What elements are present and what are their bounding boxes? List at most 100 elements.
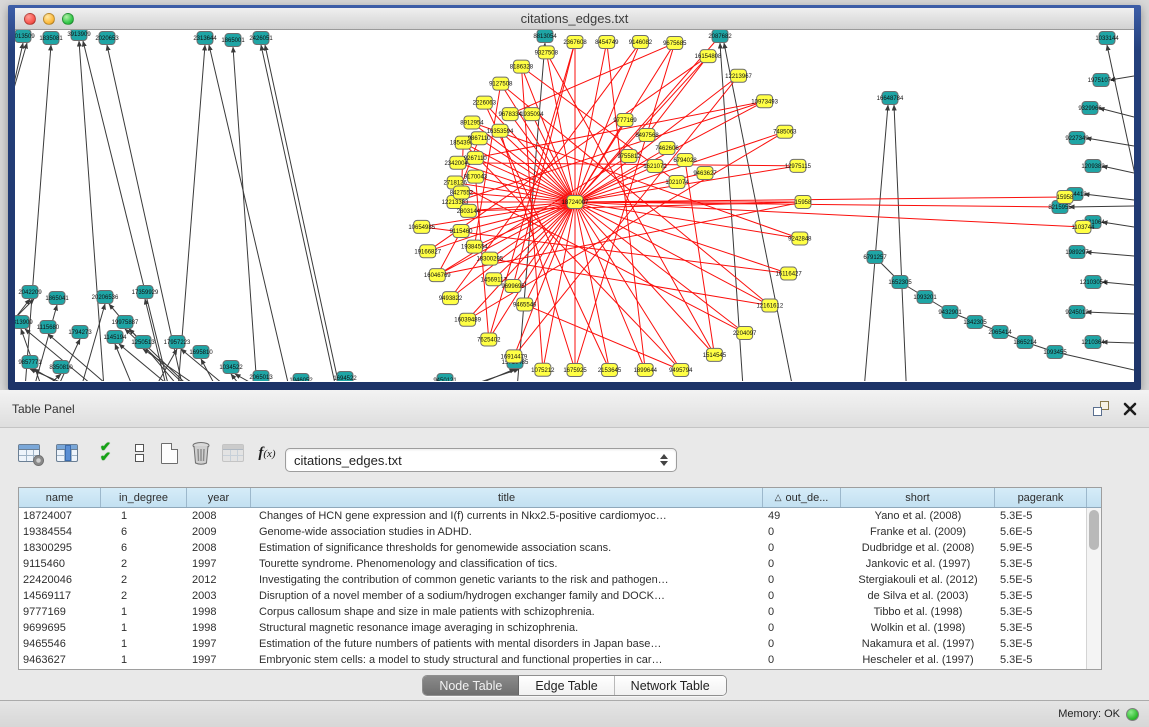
tab-edge-table[interactable]: Edge Table bbox=[519, 676, 614, 695]
table-row[interactable]: 969969511998Structural magnetic resonanc… bbox=[19, 620, 1101, 636]
graph-node[interactable]: 9857771 bbox=[18, 356, 42, 369]
citation-network-graph[interactable]: 2013509183508139139092020653231364418650… bbox=[15, 30, 1134, 381]
citation-edge-red[interactable] bbox=[525, 304, 681, 370]
graph-node[interactable]: 10654985 bbox=[408, 220, 435, 233]
citation-edge-red[interactable] bbox=[458, 163, 798, 166]
citation-edge-black[interactable] bbox=[1107, 45, 1134, 381]
citation-edge-black[interactable] bbox=[1102, 282, 1134, 285]
graph-node[interactable]: 9678334 bbox=[499, 108, 523, 121]
citation-edge-black[interactable] bbox=[265, 45, 343, 381]
show-column-icon[interactable] bbox=[52, 438, 82, 468]
citation-edge-black[interactable] bbox=[1102, 222, 1134, 227]
tab-node-table[interactable]: Node Table bbox=[423, 676, 519, 695]
graph-node[interactable]: 9242848 bbox=[788, 232, 812, 245]
citation-edge-red[interactable] bbox=[575, 202, 645, 370]
citation-edge-black[interactable] bbox=[1086, 252, 1134, 256]
network-canvas[interactable]: 2013509183508139139092020653231364418650… bbox=[15, 30, 1134, 381]
graph-node[interactable]: 1835081 bbox=[39, 32, 63, 45]
citation-edge-black[interactable] bbox=[516, 43, 545, 381]
column-header-title[interactable]: title bbox=[251, 488, 763, 507]
citation-edge-black[interactable] bbox=[1084, 194, 1134, 200]
table-row[interactable]: 2242004622012Investigating the contribut… bbox=[19, 572, 1101, 588]
graph-node[interactable]: 9699695 bbox=[501, 280, 525, 293]
window-titlebar[interactable]: citations_edges.txt bbox=[15, 8, 1134, 30]
graph-node[interactable]: 9127508 bbox=[489, 77, 513, 90]
graph-node[interactable]: 16039489 bbox=[454, 313, 481, 326]
tab-network-table[interactable]: Network Table bbox=[615, 676, 726, 695]
citation-edge-red[interactable] bbox=[475, 101, 764, 158]
graph-node[interactable]: 1115680 bbox=[37, 321, 60, 334]
graph-node[interactable]: 9245012 bbox=[1065, 306, 1089, 319]
graph-node[interactable]: 1989297 bbox=[1065, 246, 1089, 259]
citation-edge-red[interactable] bbox=[575, 202, 610, 370]
graph-node[interactable]: 1093455 bbox=[1043, 346, 1067, 359]
graph-node[interactable]: 9146082 bbox=[629, 36, 653, 49]
graph-node[interactable]: 2313644 bbox=[193, 32, 217, 45]
citation-edge-red[interactable] bbox=[685, 160, 714, 355]
graph-node[interactable]: 2087682 bbox=[708, 30, 732, 43]
graph-node[interactable]: 9495794 bbox=[669, 364, 693, 377]
graph-node[interactable]: 17957223 bbox=[164, 336, 191, 349]
graph-node[interactable]: 1899644 bbox=[634, 364, 658, 377]
graph-node[interactable]: 9493822 bbox=[439, 292, 463, 305]
graph-node[interactable]: 1210364 bbox=[1081, 336, 1105, 349]
graph-node[interactable]: 2042209 bbox=[18, 286, 42, 299]
graph-node[interactable]: 2204097 bbox=[733, 326, 757, 339]
table-row[interactable]: 977716911998Corpus callosum shape and si… bbox=[19, 604, 1101, 620]
column-header-in_degree[interactable]: in_degree bbox=[101, 488, 187, 507]
graph-node[interactable]: 1695810 bbox=[189, 346, 213, 359]
column-header-name[interactable]: name bbox=[19, 488, 101, 507]
graph-node[interactable]: 1514545 bbox=[703, 348, 727, 361]
graph-node[interactable]: 19751074 bbox=[1088, 74, 1115, 87]
graph-node[interactable]: 9463627 bbox=[693, 167, 717, 180]
graph-node[interactable]: 6791257 bbox=[863, 251, 887, 264]
graph-node[interactable]: 1946052 bbox=[289, 374, 313, 382]
graph-node[interactable]: 1621072 bbox=[643, 160, 667, 173]
citation-edge-black[interactable] bbox=[115, 344, 139, 381]
zoom-window-button[interactable] bbox=[62, 13, 74, 25]
minimize-window-button[interactable] bbox=[43, 13, 55, 25]
graph-node[interactable]: 3913909 bbox=[67, 30, 91, 41]
table-settings-icon[interactable] bbox=[14, 438, 44, 468]
citation-edge-black[interactable] bbox=[415, 369, 519, 381]
graph-node[interactable]: 7625402 bbox=[477, 333, 501, 346]
table-row[interactable]: 1456911722003Disruption of a novel membe… bbox=[19, 588, 1101, 604]
apply-checks-icon[interactable]: ✔✔ bbox=[92, 438, 122, 468]
graph-node[interactable]: 16046769 bbox=[424, 269, 451, 282]
citation-edge-black[interactable] bbox=[83, 41, 173, 381]
graph-node[interactable]: 9329966 bbox=[1078, 102, 1102, 115]
table-row[interactable]: 946554611997Estimation of the future num… bbox=[19, 636, 1101, 652]
graph-node[interactable]: 1034522 bbox=[219, 361, 243, 374]
graph-node[interactable]: 1694522 bbox=[333, 372, 357, 382]
graph-node[interactable]: 1675925 bbox=[563, 364, 587, 377]
citation-edge-black[interactable] bbox=[1069, 206, 1134, 207]
citation-edge-black[interactable] bbox=[209, 45, 293, 381]
column-header-year[interactable]: year bbox=[187, 488, 251, 507]
citation-edge-red[interactable] bbox=[575, 197, 1065, 202]
citation-edge-red[interactable] bbox=[484, 103, 609, 370]
graph-node[interactable]: 9432901 bbox=[938, 306, 962, 319]
close-window-button[interactable] bbox=[24, 13, 36, 25]
table-scrollbar[interactable] bbox=[1086, 508, 1101, 669]
float-panel-icon[interactable] bbox=[1093, 401, 1109, 416]
graph-node[interactable]: 2013509 bbox=[15, 30, 35, 43]
graph-node[interactable]: 2426051 bbox=[249, 32, 273, 45]
graph-node[interactable]: 9675685 bbox=[663, 37, 687, 50]
column-header-short[interactable]: short bbox=[841, 488, 995, 507]
graph-node[interactable]: 19975887 bbox=[112, 316, 139, 329]
citation-edge-red[interactable] bbox=[575, 42, 607, 202]
graph-node[interactable]: 1935094 bbox=[520, 108, 544, 121]
graph-node[interactable]: 16116427 bbox=[775, 267, 802, 280]
graph-node[interactable]: 17359929 bbox=[132, 286, 159, 299]
table-row[interactable]: 946362711997Embryonic stem cells: a mode… bbox=[19, 652, 1101, 668]
graph-node[interactable]: 2065414 bbox=[988, 326, 1012, 339]
column-header-out_de[interactable]: △out_de... bbox=[763, 488, 841, 507]
graph-node[interactable]: 9115460 bbox=[450, 225, 474, 238]
citation-edge-black[interactable] bbox=[1055, 352, 1134, 370]
citation-edge-red[interactable] bbox=[513, 202, 575, 286]
graph-node[interactable]: 1342305 bbox=[963, 316, 987, 329]
citation-edge-red[interactable] bbox=[575, 202, 745, 333]
citation-edge-black[interactable] bbox=[863, 105, 888, 381]
memory-ok-indicator[interactable] bbox=[1126, 708, 1139, 721]
graph-node[interactable]: 16648784 bbox=[877, 92, 904, 105]
